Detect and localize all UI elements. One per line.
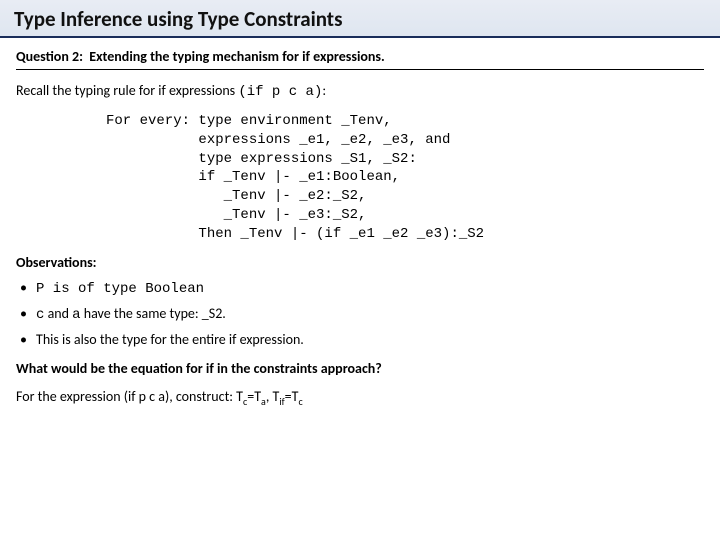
- closing-construct: For the expression (if p c a), construct…: [16, 388, 704, 408]
- typing-rule: For every: type environment _Tenv, expre…: [106, 112, 704, 244]
- expr-prefix: For the expression (if p c a), construct…: [16, 388, 243, 405]
- obs-1-a: a: [72, 307, 80, 323]
- observations-list: P is of type Boolean c and a have the sa…: [16, 279, 704, 350]
- slide-header: Type Inference using Type Constraints: [0, 0, 720, 38]
- obs-0-code: P is of type Boolean: [36, 281, 204, 297]
- question-label: Question 2:: [16, 48, 83, 65]
- recall-line: Recall the typing rule for if expression…: [16, 82, 704, 102]
- recall-suffix: :: [322, 82, 326, 99]
- sub-c2: c: [298, 395, 302, 408]
- list-item: This is also the type for the entire if …: [20, 331, 704, 350]
- recall-code: (if p c a): [238, 84, 322, 100]
- list-item: P is of type Boolean: [20, 279, 704, 299]
- closing-q-text: What would be the equation for if in the…: [16, 360, 382, 377]
- eq2: =T: [285, 388, 299, 405]
- observations-heading: Observations:: [16, 254, 704, 273]
- eq1: =T: [247, 388, 261, 405]
- obs-1-mid: and: [44, 305, 72, 322]
- obs-2-text: This is also the type for the entire if …: [36, 331, 304, 348]
- obs-1-tail: have the same type: _S2.: [81, 305, 226, 322]
- list-item: c and a have the same type: _S2.: [20, 305, 704, 325]
- sep: , T: [266, 388, 279, 405]
- recall-prefix: Recall the typing rule for if expression…: [16, 82, 238, 99]
- closing-question: What would be the equation for if in the…: [16, 360, 704, 379]
- question-line: Question 2: Extending the typing mechani…: [16, 48, 704, 70]
- slide-title: Type Inference using Type Constraints: [14, 6, 706, 32]
- slide-content: Question 2: Extending the typing mechani…: [0, 38, 720, 409]
- question-text: Extending the typing mechanism for if ex…: [89, 48, 384, 65]
